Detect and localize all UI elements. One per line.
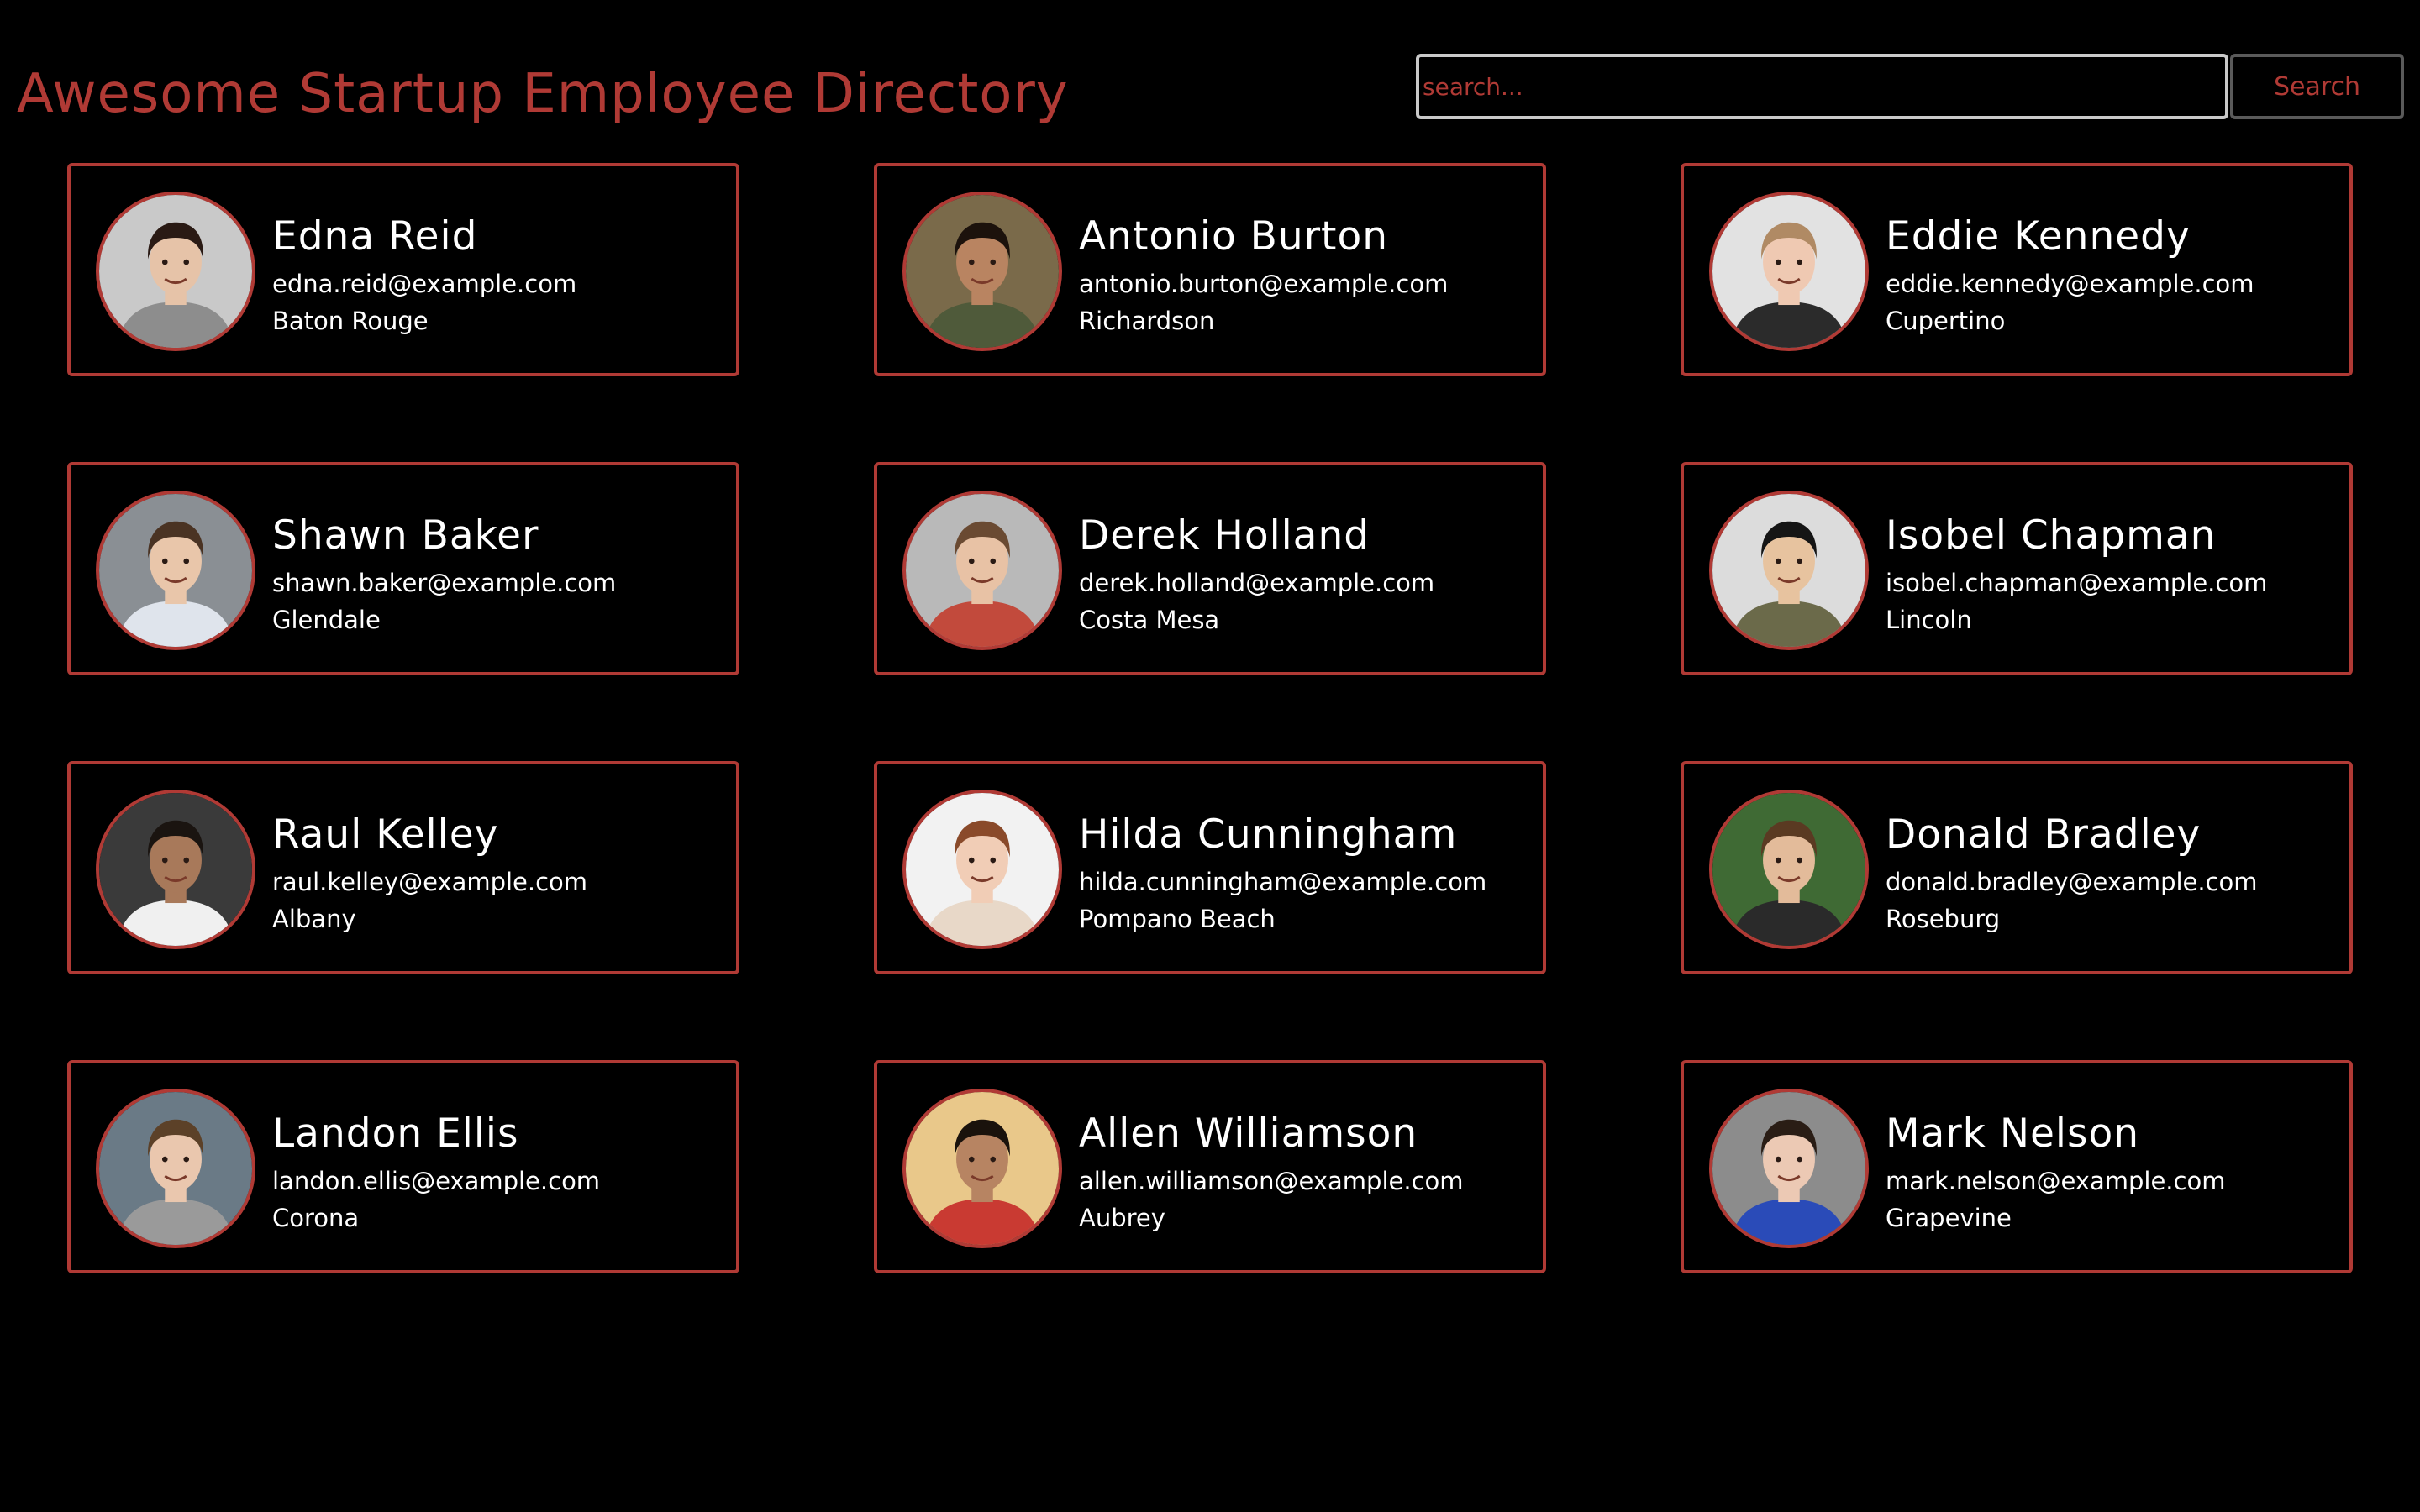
employee-email: shawn.baker@example.com [272,569,617,597]
employee-photo [99,793,252,946]
employee-email: raul.kelley@example.com [272,868,588,896]
employee-photo [906,1092,1059,1245]
employee-name: Shawn Baker [272,512,539,559]
employee-email: isobel.chapman@example.com [1886,569,2268,597]
employee-photo [99,494,252,647]
employee-email: allen.williamson@example.com [1079,1167,1464,1195]
employee-photo [99,195,252,348]
employee-avatar [96,192,255,351]
employee-info: Isobel Chapman isobel.chapman@example.co… [1886,512,2348,638]
employee-city: Roseburg [1886,905,2001,933]
employee-city: Aubrey [1079,1204,1165,1232]
employee-avatar [1709,491,1869,650]
employee-avatar [902,790,1062,949]
employee-city: Albany [272,905,356,933]
employee-city: Cupertino [1886,307,2006,335]
employee-email: hilda.cunningham@example.com [1079,868,1487,896]
employee-card[interactable]: Mark Nelson mark.nelson@example.com Grap… [1681,1060,2353,1273]
employee-photo [906,494,1059,647]
employee-email: donald.bradley@example.com [1886,868,2258,896]
employee-info: Derek Holland derek.holland@example.com … [1079,512,1541,638]
employee-name: Hilda Cunningham [1079,811,1458,858]
employee-name: Edna Reid [272,213,478,260]
employee-city: Glendale [272,606,381,634]
employee-city: Corona [272,1204,360,1232]
employee-card[interactable]: Hilda Cunningham hilda.cunningham@exampl… [874,761,1546,974]
employee-email: landon.ellis@example.com [272,1167,601,1195]
employee-info: Eddie Kennedy eddie.kennedy@example.com … [1886,213,2348,339]
employee-name: Mark Nelson [1886,1110,2139,1157]
employee-name: Donald Bradley [1886,811,2202,858]
employee-card[interactable]: Landon Ellis landon.ellis@example.com Co… [67,1060,739,1273]
employee-avatar [1709,1089,1869,1248]
employee-name: Antonio Burton [1079,213,1388,260]
employee-name: Isobel Chapman [1886,512,2217,559]
employee-info: Edna Reid edna.reid@example.com Baton Ro… [272,213,734,339]
employee-email: edna.reid@example.com [272,270,577,298]
employee-gallery: Edna Reid edna.reid@example.com Baton Ro… [0,0,2420,1512]
employee-avatar [902,1089,1062,1248]
employee-card[interactable]: Shawn Baker shawn.baker@example.com Glen… [67,462,739,675]
employee-photo [1712,195,1865,348]
employee-email: antonio.burton@example.com [1079,270,1449,298]
employee-card[interactable]: Donald Bradley donald.bradley@example.co… [1681,761,2353,974]
employee-photo [1712,1092,1865,1245]
employee-email: mark.nelson@example.com [1886,1167,2226,1195]
employee-info: Shawn Baker shawn.baker@example.com Glen… [272,512,734,638]
employee-photo [1712,494,1865,647]
employee-photo [99,1092,252,1245]
employee-photo [1712,793,1865,946]
employee-city: Pompano Beach [1079,905,1276,933]
employee-city: Lincoln [1886,606,1972,634]
employee-info: Allen Williamson allen.williamson@exampl… [1079,1110,1541,1236]
employee-avatar [902,192,1062,351]
employee-avatar [96,1089,255,1248]
employee-email: eddie.kennedy@example.com [1886,270,2254,298]
employee-card[interactable]: Derek Holland derek.holland@example.com … [874,462,1546,675]
page: Awesome Startup Employee Directory Searc… [0,0,2420,1512]
employee-info: Mark Nelson mark.nelson@example.com Grap… [1886,1110,2348,1236]
employee-info: Landon Ellis landon.ellis@example.com Co… [272,1110,734,1236]
employee-name: Eddie Kennedy [1886,213,2191,260]
employee-info: Raul Kelley raul.kelley@example.com Alba… [272,811,734,937]
employee-name: Derek Holland [1079,512,1370,559]
employee-email: derek.holland@example.com [1079,569,1435,597]
employee-card[interactable]: Antonio Burton antonio.burton@example.co… [874,163,1546,376]
employee-name: Landon Ellis [272,1110,519,1157]
employee-city: Baton Rouge [272,307,429,335]
employee-info: Antonio Burton antonio.burton@example.co… [1079,213,1541,339]
employee-city: Grapevine [1886,1204,2012,1232]
employee-card[interactable]: Allen Williamson allen.williamson@exampl… [874,1060,1546,1273]
employee-card[interactable]: Edna Reid edna.reid@example.com Baton Ro… [67,163,739,376]
employee-name: Raul Kelley [272,811,499,858]
employee-photo [906,195,1059,348]
employee-avatar [1709,192,1869,351]
employee-avatar [902,491,1062,650]
employee-card[interactable]: Eddie Kennedy eddie.kennedy@example.com … [1681,163,2353,376]
employee-city: Costa Mesa [1079,606,1220,634]
employee-photo [906,793,1059,946]
employee-avatar [96,790,255,949]
employee-city: Richardson [1079,307,1215,335]
employee-card[interactable]: Isobel Chapman isobel.chapman@example.co… [1681,462,2353,675]
employee-card[interactable]: Raul Kelley raul.kelley@example.com Alba… [67,761,739,974]
employee-name: Allen Williamson [1079,1110,1418,1157]
employee-avatar [96,491,255,650]
employee-info: Donald Bradley donald.bradley@example.co… [1886,811,2348,937]
employee-avatar [1709,790,1869,949]
employee-info: Hilda Cunningham hilda.cunningham@exampl… [1079,811,1541,937]
